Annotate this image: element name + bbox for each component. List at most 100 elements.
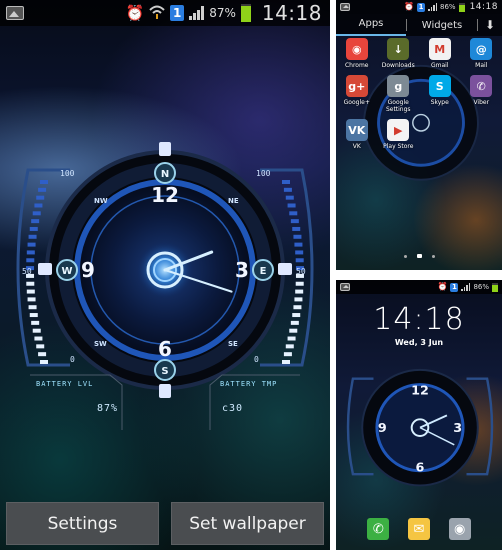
gauge-tick (292, 313, 301, 318)
app-grid: ◉ Chrome ↓ Downloads M Gmail @ Mail g+ Google+ g Go… (336, 38, 502, 150)
google-plus-icon: g+ (345, 75, 368, 97)
alarm-icon: ⏰ (437, 282, 448, 291)
gauge-tick (290, 219, 299, 224)
app-downloads[interactable]: ↓ Downloads (378, 38, 420, 69)
svg-text:W: W (61, 266, 72, 277)
app-google-[interactable]: g+ Google+ (336, 75, 378, 113)
sim-icon: 1 (417, 2, 425, 12)
messages-icon[interactable]: ✉ (407, 518, 430, 540)
app-mail[interactable]: @ Mail (461, 38, 502, 69)
dir-se: SE (228, 340, 238, 348)
gauge-tick (28, 305, 37, 310)
app-label: Gmail (430, 62, 449, 69)
gauge-tick (289, 211, 298, 216)
gauge-tick (287, 203, 296, 208)
lock-time: 14:18 (373, 302, 465, 337)
app-gmail[interactable]: M Gmail (419, 38, 461, 69)
lock-date: Wed, 3 Jun (394, 338, 444, 347)
drawer-tabs: Apps Widgets ⬇ (336, 14, 502, 36)
svg-text:S: S (161, 366, 168, 377)
gauge-tick (290, 320, 299, 325)
app-label: Downloads (381, 62, 415, 69)
gauge-tick (31, 219, 40, 224)
vk-icon: VK (345, 119, 368, 141)
download-icon[interactable]: ⬇ (478, 18, 502, 32)
numeral-6: 6 (158, 337, 172, 361)
app-google-settings[interactable]: g Google Settings (378, 75, 420, 113)
clock-widget-small: 12 3 6 9 (344, 364, 496, 506)
app-play-store[interactable]: ▶ Play Store (378, 119, 420, 150)
battery-icon (458, 2, 465, 12)
app-chrome[interactable]: ◉ Chrome (336, 38, 378, 69)
gauge-tick (283, 352, 292, 357)
gauge-tick (31, 320, 40, 325)
status-time: 14:18 (261, 1, 322, 25)
gallery-icon (340, 3, 350, 11)
wallpaper-preview: ⏰ 1 87% 14:18 100 50 0 100 50 0 NW NE SW… (0, 0, 330, 550)
status-time: 14:18 (469, 2, 498, 12)
left-gauge-100: 100 (60, 169, 75, 178)
gauge-tick (293, 305, 302, 310)
battery-percent: 86% (473, 283, 489, 291)
gauge-tick (285, 344, 294, 349)
viber-icon: ✆ (470, 75, 493, 97)
downloads-icon: ↓ (387, 38, 410, 60)
gauge-tick (289, 328, 298, 333)
gauge-tick (283, 187, 292, 192)
page-dot[interactable] (431, 254, 435, 258)
app-vk[interactable]: VK VK (336, 119, 378, 150)
settings-button[interactable]: Settings (6, 502, 159, 545)
battery-icon (240, 4, 251, 22)
gauge-tick (26, 258, 35, 263)
gauge-tick (26, 250, 35, 255)
tab-widgets[interactable]: Widgets (407, 20, 477, 31)
battery-temp-label: BATTERY TMP (220, 380, 277, 388)
sim-icon: 1 (450, 282, 459, 292)
page-dot-active[interactable] (416, 254, 422, 258)
gauge-tick (34, 336, 43, 341)
page-indicator (336, 254, 502, 258)
camera-icon[interactable]: ◉ (448, 518, 471, 540)
wifi-icon (149, 4, 165, 23)
gauge-tick (36, 195, 45, 200)
svg-text:E: E (260, 266, 267, 277)
status-bar: ⏰ 1 86% 14:18 (336, 0, 502, 14)
gallery-icon (6, 6, 24, 20)
signal-icon (428, 3, 437, 11)
app-label: Skype (430, 99, 449, 106)
sim-icon: 1 (170, 5, 185, 21)
right-gauge-50: 50 (296, 267, 306, 276)
tab-apps[interactable]: Apps (336, 14, 406, 36)
gauge-tick (29, 226, 38, 231)
app-label: Mail (475, 62, 488, 69)
status-bar: ⏰ 1 87% 14:18 (0, 0, 330, 26)
gauge-tick (27, 242, 36, 247)
app-skype[interactable]: S Skype (419, 75, 461, 113)
alarm-icon: ⏰ (125, 3, 145, 22)
left-gauge-0: 0 (70, 355, 75, 364)
app-label: Google+ (343, 99, 370, 106)
right-gauge-100: 100 (256, 169, 271, 178)
dir-ne: NE (228, 197, 239, 205)
phone-icon[interactable]: ✆ (367, 518, 390, 540)
page-dot[interactable] (403, 254, 407, 258)
app-label: Play Store (383, 143, 414, 150)
status-bar: ⏰ 1 86% (336, 280, 502, 294)
gauge-tick (282, 180, 290, 184)
svg-text:N: N (161, 169, 169, 180)
gauge-tick (27, 297, 36, 302)
gauge-tick (34, 203, 43, 208)
gauge-tick (294, 297, 303, 302)
gauge-tick (32, 211, 41, 216)
battery-percent: 86% (440, 3, 456, 11)
set-wallpaper-button[interactable]: Set wallpaper (171, 502, 324, 545)
app-viber[interactable]: ✆ Viber (461, 75, 502, 113)
gauge-tick (295, 250, 304, 255)
gauge-tick (282, 360, 290, 364)
gmail-icon: M (428, 38, 451, 60)
gauge-tick (292, 226, 301, 231)
dir-nw: NW (94, 197, 108, 205)
battery-level-value: 87% (97, 403, 118, 414)
signal-icon (461, 283, 471, 291)
lock-screen-preview: ⏰ 1 86% 14:18 Wed, 3 Jun 12 3 6 9 ✆ ✉ ◉ (336, 280, 502, 550)
